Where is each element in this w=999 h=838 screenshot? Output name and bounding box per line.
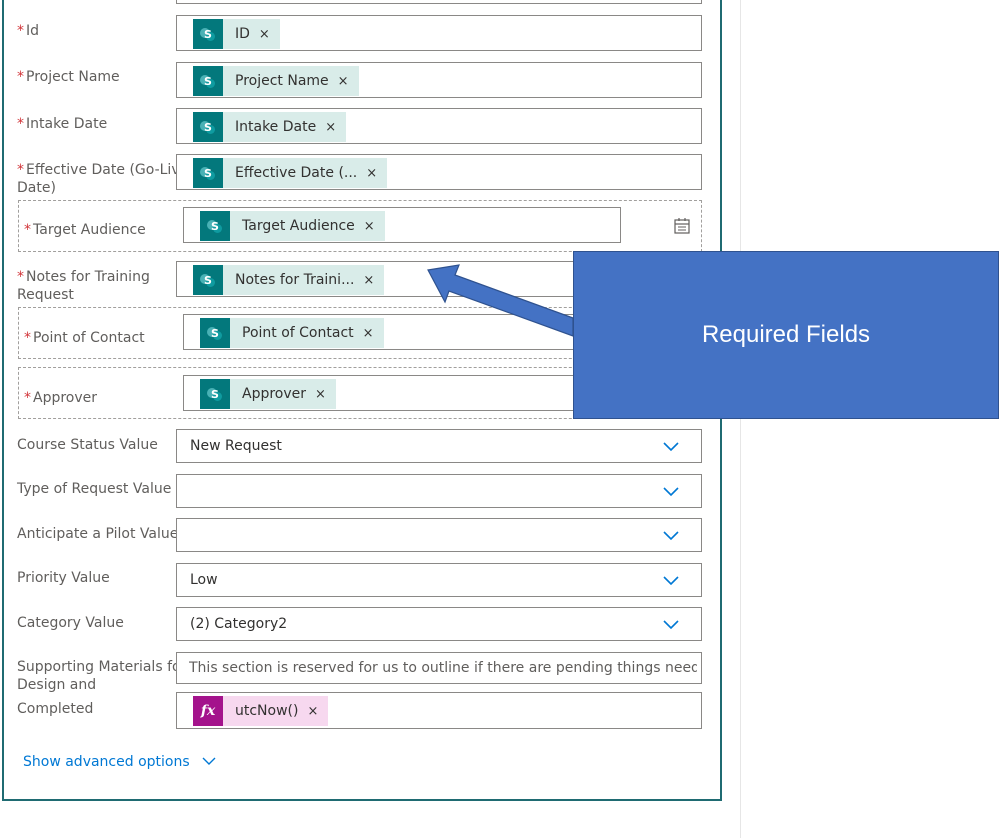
course-status-label: Course Status Value [17,437,158,453]
sharepoint-icon: S [200,211,230,241]
panel-divider [740,0,741,838]
approver-input[interactable]: S Approver × [183,375,621,411]
supporting-materials-input[interactable]: This section is reserved for us to outli… [176,652,702,684]
completed-token: fx utcNow() × [193,696,329,726]
type-of-request-dropdown[interactable] [176,474,702,508]
intake-date-label: * Intake Date [17,116,108,132]
point-of-contact-input[interactable]: S Point of Contact × [183,314,621,350]
completed-label: Completed [17,701,94,717]
completed-input[interactable]: fx utcNow() × [176,692,702,729]
remove-token-icon[interactable]: × [338,74,359,89]
effective-date-input[interactable]: S Effective Date (... × [176,154,702,190]
approver-label: * Approver [24,390,98,406]
type-of-request-label: Type of Request Value [17,481,172,497]
id-input[interactable]: S ID × [176,15,702,51]
chevron-down-icon[interactable] [663,574,679,586]
chevron-down-icon[interactable] [663,529,679,541]
supporting-materials-label: Supporting Materials for Design and [17,659,187,693]
category-dropdown[interactable]: (2) Category2 [176,607,702,641]
effective-date-token: S Effective Date (... × [193,158,388,188]
target-audience-label: * Target Audience [24,222,146,238]
priority-dropdown[interactable]: Low [176,563,702,597]
remove-token-icon[interactable]: × [325,120,346,135]
course-status-dropdown[interactable]: New Request [176,429,702,463]
priority-value: Low [190,572,218,588]
remove-token-icon[interactable]: × [366,166,387,181]
sharepoint-icon: S [193,66,223,96]
sharepoint-icon: S [193,112,223,142]
remove-token-icon[interactable]: × [315,387,336,402]
effective-date-label: * Effective Date (Go-Live Date) [17,162,189,196]
picker-icon[interactable] [672,216,692,236]
sharepoint-icon: S [200,379,230,409]
sharepoint-icon: S [193,19,223,49]
remove-token-icon[interactable]: × [307,704,328,719]
anticipate-pilot-label: Anticipate a Pilot Value [17,526,179,542]
remove-token-icon[interactable]: × [363,273,384,288]
sharepoint-icon: S [200,318,230,348]
remove-token-icon[interactable]: × [364,219,385,234]
remove-token-icon[interactable]: × [363,326,384,341]
required-fields-callout: Required Fields [573,251,999,419]
supporting-materials-value: This section is reserved for us to outli… [189,660,697,676]
point-of-contact-token: S Point of Contact × [200,318,384,348]
show-advanced-options-link[interactable]: Show advanced options [23,754,216,770]
remove-token-icon[interactable]: × [259,27,280,42]
sharepoint-icon: S [193,158,223,188]
target-audience-input[interactable]: S Target Audience × [183,207,621,243]
anticipate-pilot-dropdown[interactable] [176,518,702,552]
project-name-input[interactable]: S Project Name × [176,62,702,98]
id-label: * Id [17,23,40,39]
notes-training-token: S Notes for Traini... × [193,265,385,295]
category-value: (2) Category2 [190,616,288,632]
intake-date-token: S Intake Date × [193,112,347,142]
project-name-token: S Project Name × [193,66,359,96]
intake-date-input[interactable]: S Intake Date × [176,108,702,144]
approver-token: S Approver × [200,379,336,409]
chevron-down-icon [202,757,216,765]
id-token: S ID × [193,19,280,49]
priority-label: Priority Value [17,570,110,586]
point-of-contact-label: * Point of Contact [24,330,145,346]
previous-field-box[interactable] [176,0,702,4]
chevron-down-icon[interactable] [663,440,679,452]
notes-training-label: * Notes for Training Request [17,269,150,303]
chevron-down-icon[interactable] [663,485,679,497]
function-icon: fx [193,696,223,726]
sharepoint-icon: S [193,265,223,295]
project-name-label: * Project Name [17,69,120,85]
category-label: Category Value [17,615,124,631]
chevron-down-icon[interactable] [663,618,679,630]
target-audience-token: S Target Audience × [200,211,385,241]
course-status-value: New Request [190,438,282,454]
